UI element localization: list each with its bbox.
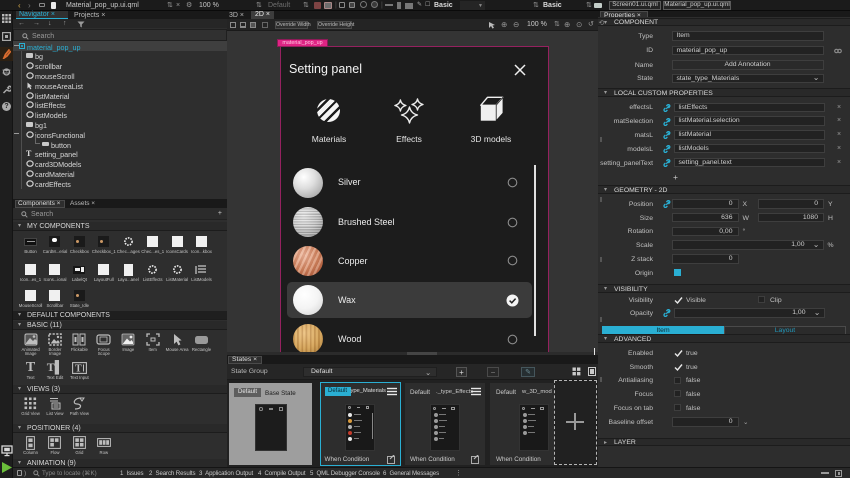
svg-text:T: T [75,363,82,374]
